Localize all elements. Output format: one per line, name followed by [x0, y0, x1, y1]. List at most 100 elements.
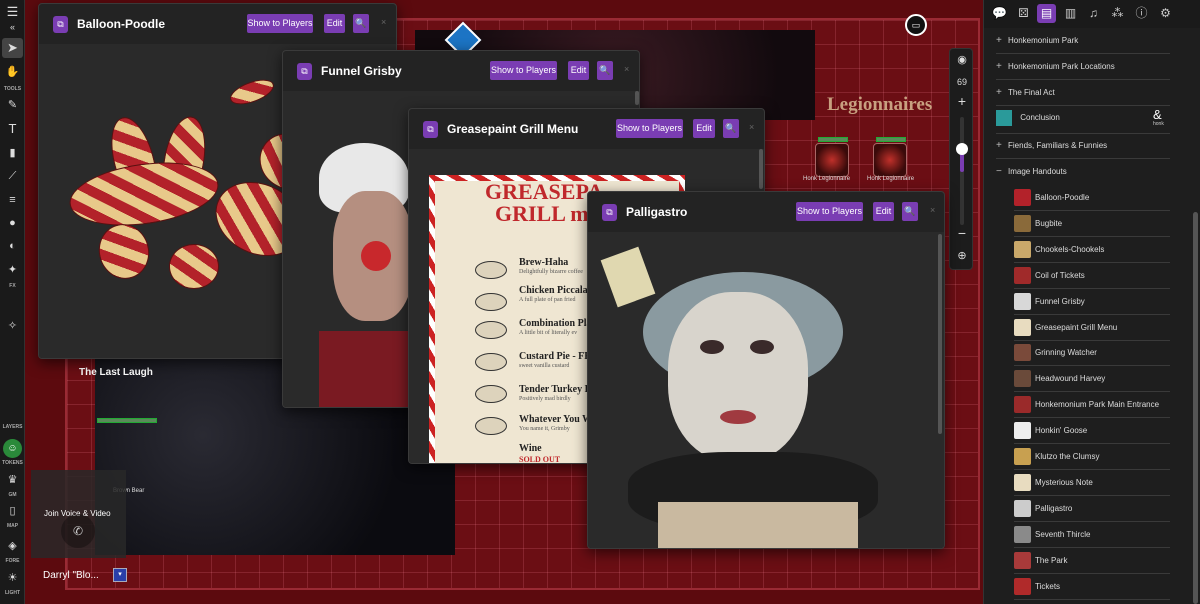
handout-label: Coil of Tickets — [1035, 270, 1085, 280]
pin-tool-icon[interactable]: ● — [2, 213, 23, 233]
handout-list-item[interactable]: Honkin' Goose — [1014, 418, 1170, 445]
zoom-image-icon[interactable]: 🔍 — [353, 14, 369, 33]
zoom-image-icon[interactable]: 🔍 — [902, 202, 918, 221]
handout-list-item[interactable]: Seventh Thircle — [1014, 522, 1170, 548]
handout-list-item[interactable]: Klutzo the Clumsy — [1014, 444, 1170, 470]
notes-tool-icon[interactable]: ≡ — [2, 190, 23, 210]
show-to-players-button[interactable]: Show to Players — [490, 61, 557, 80]
sidebar-folder[interactable]: + Honkemonium Park Locations — [996, 54, 1170, 80]
window-scrollbar[interactable] — [938, 234, 942, 434]
handout-thumbnail — [1014, 448, 1031, 465]
fx-tool-icon[interactable]: ✦ — [2, 260, 23, 280]
settings-gear-icon[interactable]: ⚙ — [1156, 4, 1175, 23]
wand-tool-icon[interactable]: ✧ — [2, 316, 23, 336]
collections-tab-icon[interactable]: ⁂ — [1108, 4, 1127, 23]
honk-badge: honk — [1153, 121, 1164, 127]
map-layer-icon[interactable]: ▯ — [2, 501, 23, 521]
handout-list-item[interactable]: Palligastro — [1014, 496, 1170, 522]
zoom-in-button[interactable]: + — [950, 93, 974, 109]
journal-tab-icon[interactable]: ▤ — [1037, 4, 1056, 23]
sidebar-folder[interactable]: + Fiends, Familiars & Funnies — [996, 133, 1170, 159]
collapse-icon[interactable]: « — [2, 17, 23, 37]
text-tool-icon[interactable]: T — [2, 119, 23, 139]
window-title: Palligastro — [626, 205, 688, 219]
gm-layer-label: GM — [8, 492, 17, 498]
token-honk-legionnaire-1[interactable] — [815, 143, 849, 177]
tool-toolbar: ☰ « ➤ ✋ TOOLS ✎ T ▮ ⟋ ≡ ● ◐ ✦ FX ✧ LAYER… — [0, 0, 25, 604]
pan-tool-icon[interactable]: ✋ — [2, 62, 23, 82]
zoom-slider-handle[interactable] — [956, 143, 968, 156]
show-to-players-button[interactable]: Show to Players — [616, 119, 683, 138]
handout-list-item[interactable]: Funnel Grisby — [1014, 289, 1170, 315]
handout-list-item[interactable]: Headwound Harvey — [1014, 366, 1170, 393]
show-to-players-button[interactable]: Show to Players — [796, 202, 863, 221]
lighting-layer-icon[interactable]: ☀ — [2, 568, 23, 588]
sidebar-folder-image-handouts[interactable]: − Image Handouts — [996, 159, 1170, 185]
handout-thumbnail — [1014, 318, 1031, 336]
zoom-image-icon[interactable]: 🔍 — [723, 119, 739, 138]
gm-layer-icon[interactable]: ♛ — [2, 470, 23, 490]
compendium-tab-icon[interactable]: ▥ — [1061, 4, 1080, 23]
handout-icon: ⧉ — [602, 204, 617, 221]
close-button[interactable]: × — [381, 17, 386, 27]
handout-list-item[interactable]: Bugbite — [1014, 211, 1170, 237]
dice-tab-icon[interactable]: ⚄ — [1014, 4, 1033, 23]
window-header[interactable]: ⧉ Balloon-Poodle Show to Players Edit 🔍 … — [39, 4, 396, 40]
sidebar-scrollbar[interactable] — [1193, 212, 1198, 604]
token-honk-legionnaire-2[interactable] — [873, 143, 907, 177]
handout-window-palligastro[interactable]: ⧉ Palligastro Show to Players Edit 🔍 × — [587, 191, 945, 549]
show-to-players-button[interactable]: Show to Players — [247, 14, 313, 33]
handout-icon: ⧉ — [53, 16, 68, 33]
eraser-tool-icon[interactable]: ▮ — [2, 143, 23, 163]
sidebar-folder[interactable]: + The Final Act — [996, 80, 1170, 106]
handout-thumbnail — [1014, 499, 1031, 517]
tokens-layer-icon[interactable]: ☺ — [3, 439, 22, 458]
draw-tool-icon[interactable]: ✎ — [2, 95, 23, 115]
edit-button[interactable]: Edit — [568, 61, 589, 80]
window-header[interactable]: ⧉ Funnel Grisby Show to Players Edit 🔍 × — [283, 51, 639, 87]
close-button[interactable]: × — [624, 64, 629, 74]
edit-button[interactable]: Edit — [693, 119, 715, 138]
menu-item-desc: You name it, Grimby — [519, 426, 570, 432]
briefcase-icon[interactable]: ▭ — [905, 14, 927, 36]
handout-list-item[interactable]: Balloon-Poodle — [1014, 185, 1170, 211]
handout-list-item[interactable]: Chookels-Chookels — [1014, 237, 1170, 263]
phone-icon[interactable]: ✆ — [61, 514, 95, 548]
handout-list-item[interactable]: Honkemonium Park Main Entrance — [1014, 392, 1170, 419]
edit-button[interactable]: Edit — [324, 14, 345, 33]
sidebar-folder[interactable]: + Honkemonium Park — [996, 28, 1170, 54]
voice-video-panel[interactable]: Join Voice & Video ✆ — [31, 470, 126, 558]
center-view-icon[interactable]: ⊕ — [950, 249, 974, 262]
token-label: Honk Legionnaire — [867, 176, 915, 182]
close-button[interactable]: × — [930, 205, 935, 215]
sidebar-item-conclusion[interactable]: Conclusion & honk — [996, 106, 1170, 134]
foreground-layer-icon[interactable]: ◈ — [2, 536, 23, 556]
map-layer-label: MAP — [6, 523, 19, 529]
handout-list-item[interactable]: Grinning Watcher — [1014, 340, 1170, 367]
eye-icon[interactable]: ◉ — [950, 53, 974, 66]
handout-list-item[interactable]: Coil of Tickets — [1014, 263, 1170, 289]
zoom-out-button[interactable]: − — [950, 225, 974, 241]
select-tool-icon[interactable]: ➤ — [2, 38, 23, 58]
window-scrollbar[interactable] — [635, 91, 639, 105]
chat-tab-icon[interactable]: 💬 — [990, 4, 1009, 23]
jukebox-tab-icon[interactable]: ♫ — [1084, 4, 1103, 23]
ruler-tool-icon[interactable]: ⟋ — [2, 166, 23, 186]
zoom-level: 69 — [956, 77, 967, 87]
window-header[interactable]: ⧉ Palligastro Show to Players Edit 🔍 × — [588, 192, 944, 228]
fog-tool-icon[interactable]: ◐ — [2, 236, 23, 256]
handout-icon: ⧉ — [423, 121, 438, 138]
item-label: Conclusion — [1020, 113, 1060, 122]
zoom-image-icon[interactable]: 🔍 — [597, 61, 613, 80]
handout-label: Tickets — [1035, 581, 1061, 591]
window-scrollbar[interactable] — [759, 149, 763, 189]
edit-button[interactable]: Edit — [873, 202, 894, 221]
window-header[interactable]: ⧉ Greasepaint Grill Menu Show to Players… — [409, 109, 764, 145]
info-tab-icon[interactable]: ⓘ — [1132, 4, 1151, 23]
handout-list-item[interactable]: Mysterious Note — [1014, 470, 1170, 496]
player-color-swatch[interactable]: ▾ — [113, 568, 127, 582]
handout-list-item[interactable]: The Park — [1014, 548, 1170, 574]
handout-list-item[interactable]: Greasepaint Grill Menu — [1014, 315, 1170, 341]
close-button[interactable]: × — [749, 122, 754, 132]
handout-list-item[interactable]: Tickets — [1014, 574, 1170, 600]
